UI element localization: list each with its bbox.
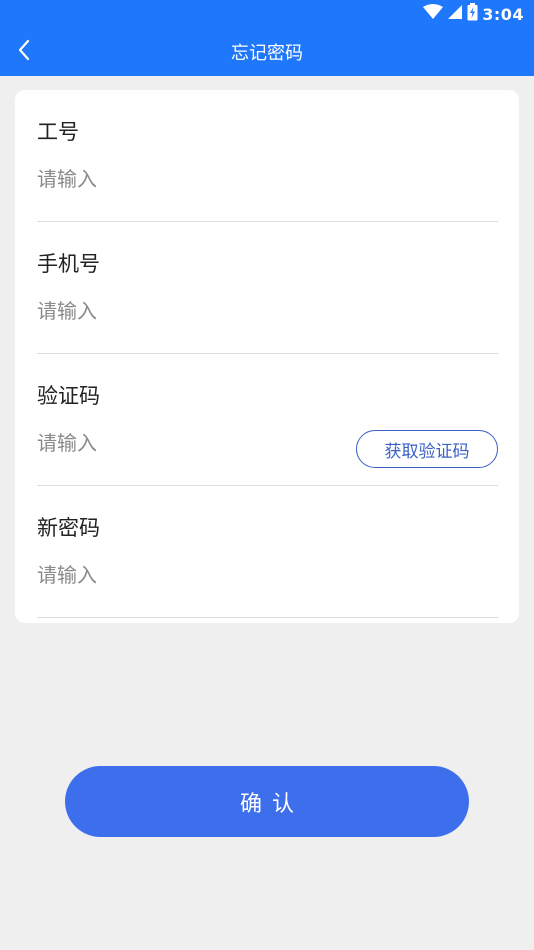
phone-label: 手机号 — [37, 252, 100, 276]
phone-input[interactable] — [37, 294, 337, 328]
chevron-left-icon — [17, 39, 31, 65]
new-password-row: 新密码 — [37, 486, 498, 618]
get-code-button[interactable]: 获取验证码 — [356, 430, 498, 468]
employee-id-row: 工号 — [37, 90, 498, 222]
battery-charging-icon — [467, 3, 478, 25]
nav-bar: 忘记密码 — [0, 28, 534, 76]
status-bar: 3:04 — [0, 0, 534, 28]
status-time: 3:04 — [482, 4, 524, 24]
employee-id-label: 工号 — [37, 120, 79, 144]
verification-code-input[interactable] — [37, 426, 337, 460]
confirm-button[interactable]: 确认 — [65, 766, 469, 837]
verification-code-label: 验证码 — [37, 384, 100, 408]
phone-row: 手机号 — [37, 222, 498, 354]
form-card: 工号 手机号 验证码 获取验证码 新密码 — [15, 90, 519, 623]
employee-id-input[interactable] — [37, 162, 337, 196]
verification-code-row: 验证码 获取验证码 — [37, 354, 498, 486]
wifi-icon — [423, 4, 444, 24]
signal-icon — [447, 4, 463, 24]
back-button[interactable] — [8, 36, 40, 68]
status-icons — [423, 3, 478, 25]
page-title: 忘记密码 — [231, 43, 303, 64]
new-password-label: 新密码 — [37, 516, 100, 540]
new-password-input[interactable] — [37, 558, 337, 592]
app-header: 3:04 忘记密码 — [0, 0, 534, 76]
